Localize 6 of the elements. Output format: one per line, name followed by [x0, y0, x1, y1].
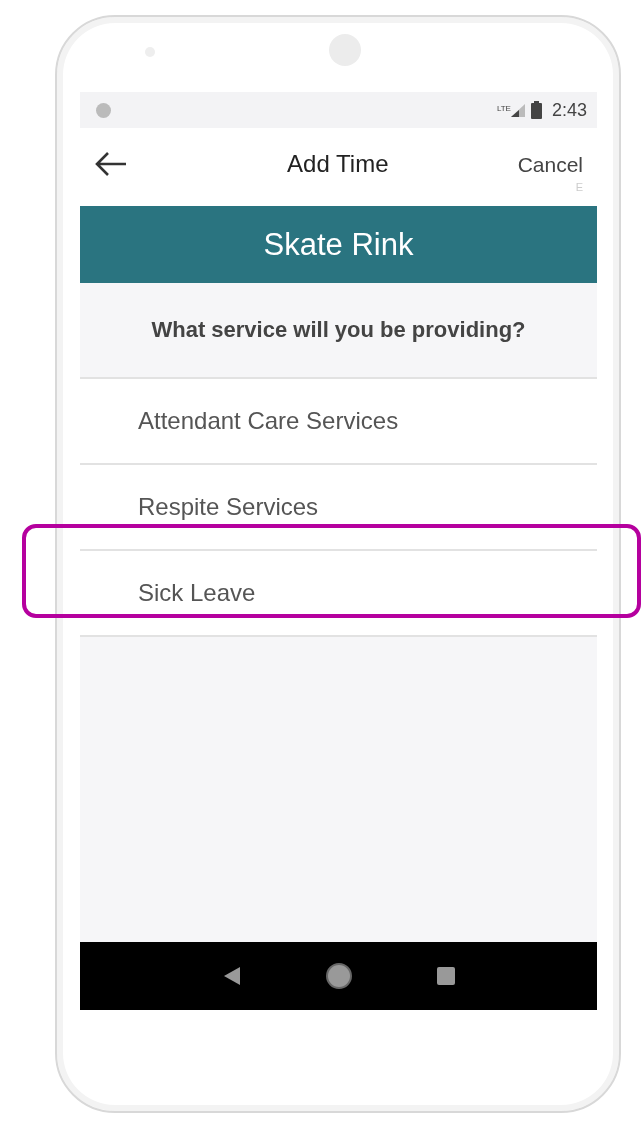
screen-title: Add Time — [286, 150, 390, 178]
cancel-link[interactable]: Cancel — [517, 153, 583, 177]
question-text: What service will you be providing? — [151, 317, 526, 343]
banner-title: Skate Rink — [263, 226, 414, 263]
network-label: LTE — [496, 103, 511, 113]
status-time: 2:43 — [551, 99, 587, 121]
